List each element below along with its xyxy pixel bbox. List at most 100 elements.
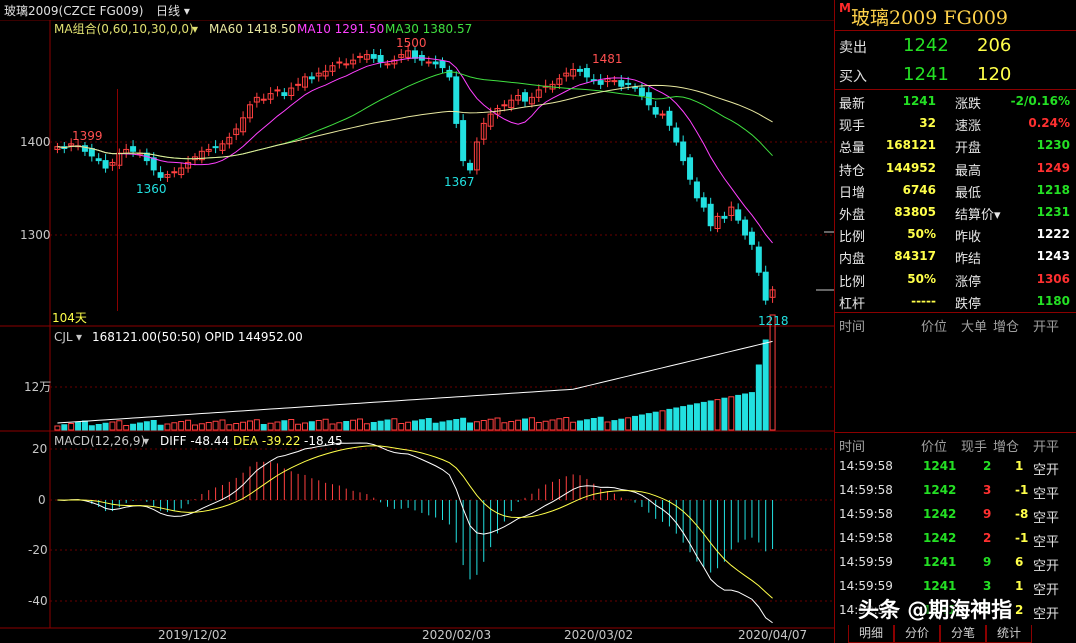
low-annotation-2: 1367 <box>444 175 475 189</box>
candle <box>453 76 460 124</box>
stat-key: 比例 <box>839 274 866 290</box>
stat-value: 1241 <box>902 94 936 108</box>
period-dropdown[interactable]: 日线 ▾ <box>156 2 190 19</box>
volume-bar <box>253 419 260 431</box>
candle <box>721 215 728 219</box>
tab-1[interactable]: 分价 <box>894 625 940 643</box>
axis-label-1300: 1300 <box>20 228 51 242</box>
candle <box>356 55 363 58</box>
trade-time: 14:59:58 <box>839 459 893 473</box>
stat-key: 涨停 <box>955 274 982 290</box>
volume-bar <box>370 422 377 431</box>
candle <box>755 246 762 273</box>
macd-label: MACD(12,26,9) <box>54 434 145 448</box>
volume-bar <box>405 421 412 431</box>
trade-time: 14:59:59 <box>839 579 893 593</box>
trade-row: 14:59:58 1241 2 1 空开 <box>835 455 1076 479</box>
candle <box>735 209 742 221</box>
candle <box>157 172 164 178</box>
volume-bar <box>755 364 762 431</box>
ma60-label: MA60 1418.50 <box>209 22 296 36</box>
volume-bar <box>494 417 501 431</box>
column-header: 价位 <box>921 440 948 455</box>
trade-row: 14:59:59 1241 9 6 空开 <box>835 551 1076 575</box>
trade-row: 14:59:58 1242 9 -8 空平 <box>835 503 1076 527</box>
volume-bar <box>329 423 336 431</box>
stat-key: 日增 <box>839 185 866 201</box>
candle <box>281 92 288 96</box>
macd-tick-neg20: -20 <box>28 543 48 557</box>
candle <box>343 63 350 66</box>
volume-bar <box>693 403 700 431</box>
stat-value: 144952 <box>885 160 936 175</box>
candle <box>762 271 769 301</box>
trade-type: 空开 <box>1033 607 1060 622</box>
volume-bar <box>178 421 185 431</box>
trade-oi: -8 <box>1015 507 1029 521</box>
candle <box>501 104 508 107</box>
trade-type: 空开 <box>1033 583 1060 598</box>
stat-row: 杠杆 ----- 跌停 1180 <box>835 290 1076 312</box>
tab-0[interactable]: 明细 <box>848 625 894 643</box>
volume-bar <box>618 418 625 431</box>
volume-bar <box>150 420 157 431</box>
volume-bar <box>439 421 446 431</box>
stat-row: 比例 50% 昨收 1222 <box>835 223 1076 245</box>
volume-bar <box>301 422 308 431</box>
volume-bar <box>274 421 281 431</box>
volume-bar <box>281 420 288 431</box>
stat-value: 50% <box>907 271 936 286</box>
macd-chevron[interactable]: ▾ <box>143 434 149 448</box>
stat-value: ----- <box>911 293 936 308</box>
trade-time: 14:59:58 <box>839 531 893 545</box>
candle <box>384 63 391 66</box>
column-header: 时间 <box>839 440 866 455</box>
volume-bar <box>226 424 233 431</box>
stat-value: 83805 <box>894 204 936 219</box>
volume-bar <box>102 422 109 431</box>
candle <box>577 68 584 72</box>
macd-tick-0: 0 <box>38 493 46 507</box>
stat-value: 1306 <box>1036 271 1070 286</box>
volume-bar <box>136 422 143 431</box>
ma-combo-chevron[interactable]: ▾ <box>192 22 198 36</box>
stat-value: 6746 <box>902 182 936 197</box>
tab-3[interactable]: 统计 <box>986 625 1032 643</box>
trade-oi: -1 <box>1015 531 1029 545</box>
stat-row: 现手 32 速涨 0.24% <box>835 112 1076 134</box>
macd-value: -18.45 <box>304 434 343 448</box>
date-label-1: 2019/12/02 <box>158 628 227 642</box>
volume-bar <box>480 420 487 431</box>
volume-bar <box>425 418 432 431</box>
trade-volume: 2 <box>983 459 992 473</box>
ask-row[interactable]: 卖出 1242 206 <box>835 31 1076 60</box>
volume-bar <box>54 425 61 431</box>
bid-row[interactable]: 买入 1241 120 <box>835 60 1076 89</box>
high-annotation-2: 1481 <box>592 52 623 66</box>
trade-type: 空开 <box>1033 559 1060 574</box>
tab-2[interactable]: 分笔 <box>940 625 986 643</box>
column-header: 现手 <box>961 440 988 455</box>
volume-bar <box>501 422 508 431</box>
stat-key: 开盘 <box>955 141 982 157</box>
candle <box>748 231 755 245</box>
trade-oi: -1 <box>1015 483 1029 497</box>
kline-chart[interactable]: 1400 1300 12万 20 0 -20 -40 MA组合(0,60,10,… <box>0 20 834 643</box>
diff-line <box>57 442 773 624</box>
volume-bar <box>673 407 680 431</box>
volume-bar <box>205 422 212 431</box>
low-annotation: 1360 <box>136 182 167 196</box>
volume-bar <box>116 420 123 431</box>
volume-bar <box>130 423 137 431</box>
volume-bar <box>659 410 666 431</box>
volume-bar <box>377 420 384 431</box>
candle <box>618 80 625 87</box>
candle <box>652 107 659 115</box>
symbol-title[interactable]: 玻璃2009(CZCE FG009) <box>4 2 143 19</box>
volume-chevron[interactable]: ▾ <box>76 330 82 344</box>
candle <box>274 89 281 92</box>
stat-key: 现手 <box>839 119 866 135</box>
volume-bar <box>632 415 639 431</box>
volume-bar <box>356 418 363 431</box>
volume-bar <box>61 424 68 431</box>
